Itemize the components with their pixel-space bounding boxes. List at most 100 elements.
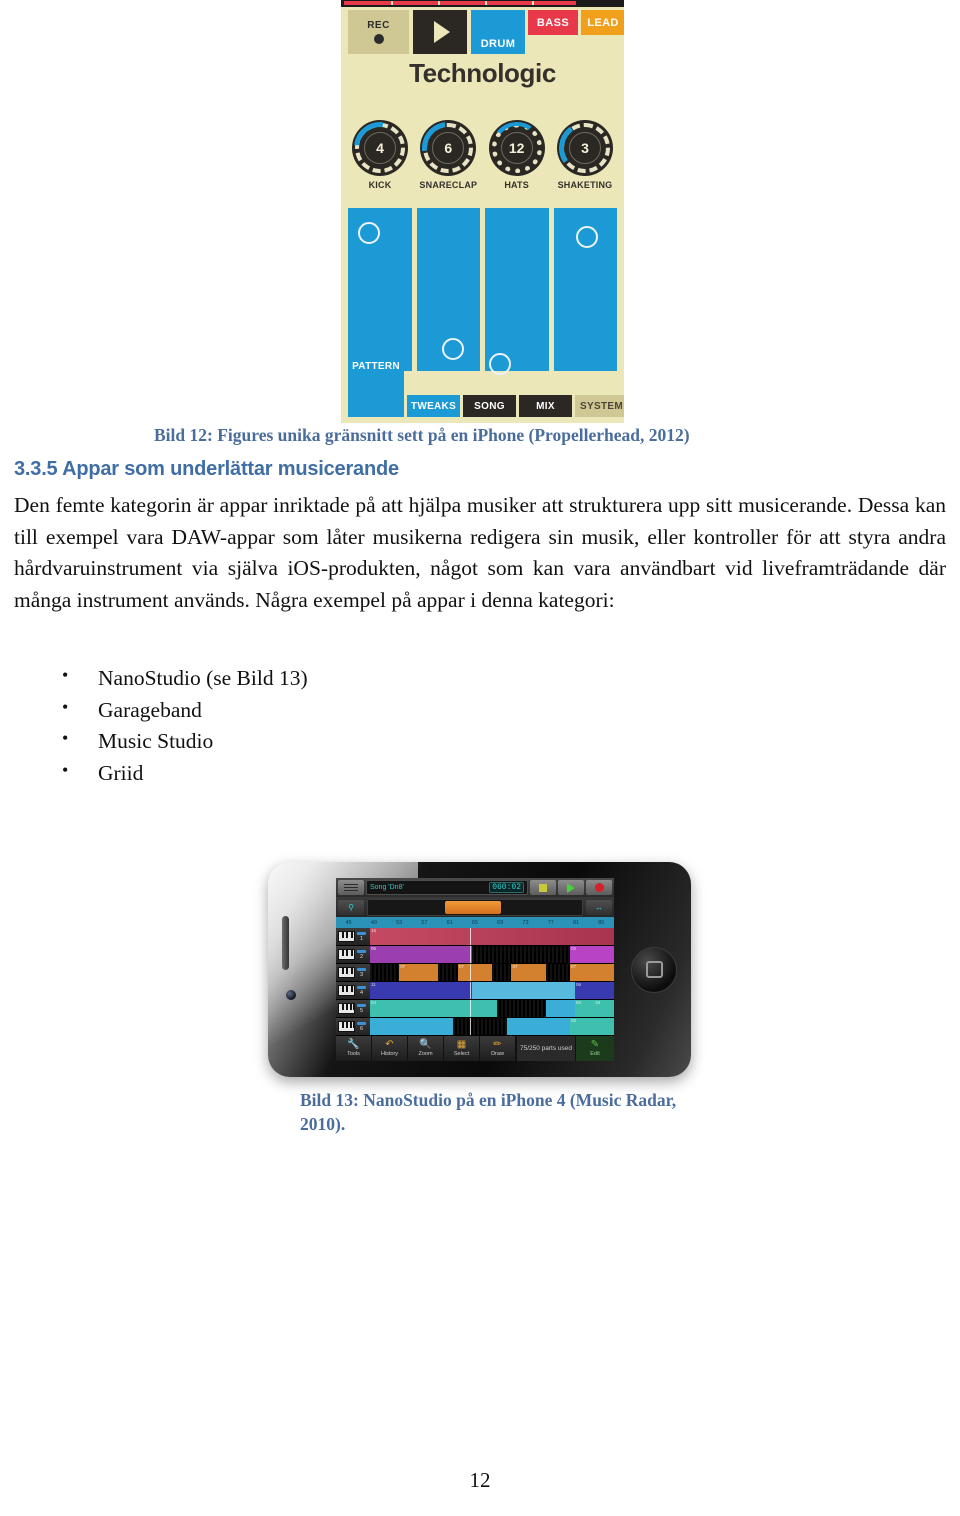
clip[interactable]: 16 <box>370 928 614 945</box>
figure-top-status-strip <box>341 0 624 7</box>
track-clips[interactable]: 07 07 07 07 <box>370 964 614 981</box>
clip[interactable]: 02 <box>570 946 614 963</box>
tab-drum[interactable]: DRUM <box>471 10 525 54</box>
overview-scrollbar[interactable] <box>367 898 583 916</box>
tab-mix[interactable]: MIX <box>519 395 572 417</box>
knob-dial[interactable]: 12 <box>487 118 547 178</box>
app-examples-list: NanoStudio (se Bild 13) Garageband Music… <box>14 662 514 789</box>
select-button[interactable]: ▦ Select <box>444 1036 480 1061</box>
step-pip[interactable] <box>489 353 511 375</box>
step-lane[interactable] <box>348 208 412 371</box>
clip[interactable]: 02 <box>570 1018 614 1035</box>
record-dot-icon <box>594 883 604 892</box>
overview-thumb[interactable] <box>445 900 501 914</box>
knob-snareclap[interactable]: 6 SNARECLAP <box>411 111 485 190</box>
track-clips[interactable]: 06 02 <box>370 946 614 963</box>
timeline-ruler[interactable]: 45 49 53 57 61 65 69 73 77 81 85 <box>336 917 614 928</box>
playhead[interactable] <box>470 1000 472 1017</box>
track-header[interactable]: 2 <box>336 946 370 963</box>
track-number: 4 <box>359 989 364 996</box>
home-button[interactable] <box>631 946 677 993</box>
track-clips[interactable]: 16 <box>370 928 614 945</box>
knob-value: 6 <box>444 140 453 156</box>
clip[interactable]: 07 <box>511 964 546 981</box>
tab-song[interactable]: SONG <box>463 395 516 417</box>
record-button[interactable] <box>586 880 612 895</box>
clip[interactable]: 06 <box>370 946 473 963</box>
step-lane[interactable] <box>416 208 480 371</box>
stop-button[interactable] <box>530 880 556 895</box>
playhead[interactable] <box>470 1018 472 1035</box>
track-header[interactable]: 3 <box>336 964 370 981</box>
clip[interactable] <box>472 982 575 999</box>
knob-shaketing[interactable]: 3 SHAKETING <box>553 117 617 190</box>
play-button[interactable] <box>558 880 584 895</box>
track-clips[interactable]: 11 06 <box>370 982 614 999</box>
empty-region[interactable] <box>452 1018 507 1035</box>
knob-kick[interactable]: 4 KICK <box>343 111 417 190</box>
playhead[interactable] <box>470 964 472 981</box>
clip[interactable]: 04 <box>594 1000 614 1017</box>
empty-region[interactable] <box>496 1000 546 1017</box>
playhead[interactable] <box>470 946 472 963</box>
clip[interactable] <box>506 1018 571 1035</box>
tools-button[interactable]: 🔧 Tools <box>336 1036 372 1061</box>
tab-bass[interactable]: BASS <box>528 10 578 35</box>
track-row[interactable]: 4 11 06 <box>336 982 614 1000</box>
track-header[interactable]: 5 <box>336 1000 370 1017</box>
empty-region[interactable] <box>491 964 512 981</box>
empty-region[interactable] <box>545 964 571 981</box>
track-clips[interactable]: 04 04 04 <box>370 1000 614 1017</box>
song-name-label: Song 'Dn8' <box>370 884 404 891</box>
tab-tweaks[interactable]: TWEAKS <box>407 395 460 417</box>
history-button[interactable]: ↶ History <box>372 1036 408 1061</box>
track-row[interactable]: 6 02 <box>336 1018 614 1036</box>
clip[interactable]: 07 <box>399 964 439 981</box>
tab-pattern[interactable]: PATTERN <box>348 359 404 417</box>
clip[interactable]: 07 <box>570 964 614 981</box>
playhead[interactable] <box>470 928 472 945</box>
knob-dial[interactable]: 3 <box>554 117 616 179</box>
step-pip[interactable] <box>441 338 464 360</box>
track-header[interactable]: 1 <box>336 928 370 945</box>
track-clips[interactable]: 02 <box>370 1018 614 1035</box>
track-row[interactable]: 1 16 <box>336 928 614 946</box>
clip[interactable]: 06 <box>574 982 614 999</box>
play-button[interactable] <box>413 10 467 54</box>
empty-region[interactable] <box>472 946 571 963</box>
song-name-field[interactable]: Song 'Dn8' 060:02 <box>366 880 528 895</box>
clip[interactable]: 04 <box>370 1000 497 1017</box>
step-pip[interactable] <box>575 226 598 248</box>
knob-dial[interactable]: 4 <box>343 111 417 185</box>
track-header[interactable]: 6 <box>336 1018 370 1035</box>
clip-label: 11 <box>371 982 376 987</box>
step-lane[interactable] <box>485 208 549 375</box>
tab-system[interactable]: SYSTEM <box>575 395 624 417</box>
edit-button[interactable]: ✎ Edit <box>576 1036 614 1061</box>
hamburger-icon[interactable] <box>338 880 364 895</box>
clip[interactable]: 07 <box>457 964 492 981</box>
empty-region[interactable] <box>370 964 400 981</box>
zoom-move-icon[interactable]: ⚲ <box>338 899 364 915</box>
clip[interactable]: 11 <box>370 982 473 999</box>
pan-arrows-icon[interactable]: ↔ <box>586 899 612 915</box>
empty-region[interactable] <box>438 964 458 981</box>
knob-hats[interactable]: 12 HATS <box>485 118 549 190</box>
clip[interactable] <box>545 1000 575 1017</box>
ruler-tick: 77 <box>547 919 554 926</box>
track-header[interactable]: 4 <box>336 982 370 999</box>
track-row[interactable]: 2 06 02 <box>336 946 614 964</box>
clip[interactable]: 04 <box>574 1000 595 1017</box>
track-row[interactable]: 5 04 04 04 <box>336 1000 614 1018</box>
playhead[interactable] <box>470 982 472 999</box>
clip[interactable] <box>370 1018 453 1035</box>
keyboard-icon <box>338 931 355 942</box>
step-lane[interactable] <box>553 208 617 371</box>
rec-button[interactable]: REC <box>348 10 409 54</box>
knob-dial[interactable]: 6 <box>411 111 485 185</box>
zoom-button[interactable]: 🔍 Zoom <box>408 1036 444 1061</box>
track-row[interactable]: 3 07 07 07 07 <box>336 964 614 982</box>
tab-lead[interactable]: LEAD <box>581 10 624 35</box>
step-pip[interactable] <box>358 222 380 244</box>
draw-button[interactable]: ✏ Draw <box>480 1036 516 1061</box>
